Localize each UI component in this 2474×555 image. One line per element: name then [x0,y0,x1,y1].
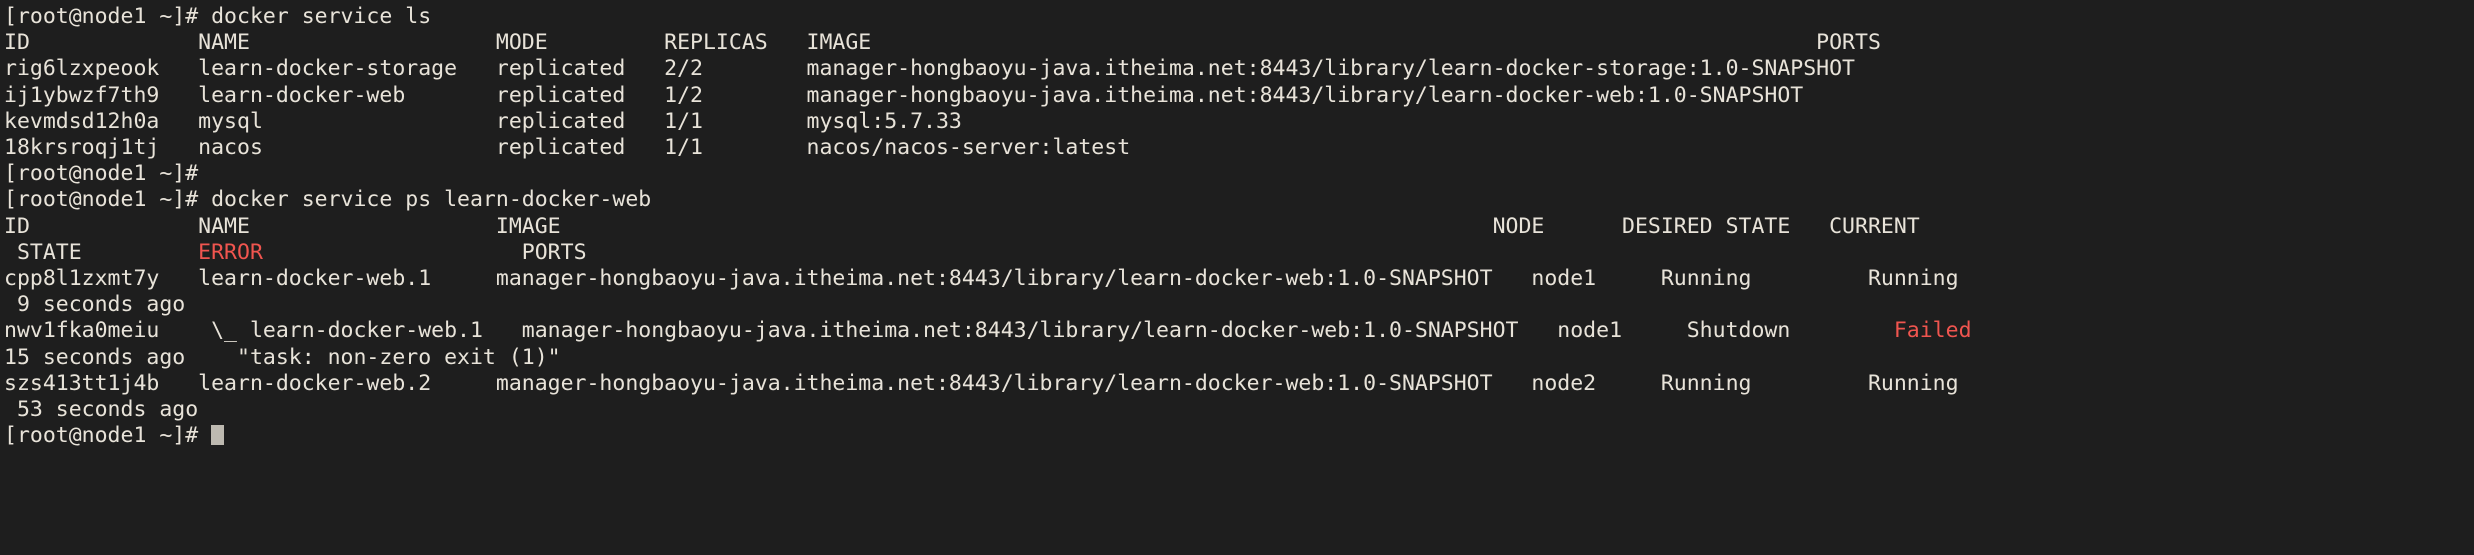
terminal-text: szs413tt1j4b learn-docker-web.2 manager-… [4,371,1959,396]
service-row-nacos: 18krsroqj1tj nacos replicated 1/1 nacos/… [4,135,2474,161]
command-line-service-ps: [root@node1 ~]# docker service ps learn-… [4,187,2474,213]
task-row-web-1-running: cpp8l1zxmt7y learn-docker-web.1 manager-… [4,266,2474,292]
error-text: Failed [1894,318,1972,343]
task-row-web-2-running: szs413tt1j4b learn-docker-web.2 manager-… [4,371,2474,397]
terminal-text: ij1ybwzf7th9 learn-docker-web replicated… [4,83,1803,108]
terminal-text: 9 seconds ago [4,292,185,317]
task-row-web-2-running-time: 53 seconds ago [4,397,2474,423]
terminal-text: ID NAME MODE REPLICAS IMAGE PORTS [4,30,1881,55]
terminal-text: cpp8l1zxmt7y learn-docker-web.1 manager-… [4,266,1959,291]
terminal-text: kevmdsd12h0a mysql replicated 1/1 mysql:… [4,109,962,134]
task-row-web-1-failed-detail: 15 seconds ago "task: non-zero exit (1)" [4,345,2474,371]
terminal-text: 53 seconds ago [4,397,198,422]
terminal-text: [root@node1 ~]# docker service ps learn-… [4,187,651,212]
terminal-text: PORTS [263,240,587,265]
prompt-line-cursor: [root@node1 ~]# [4,423,2474,449]
terminal-text: [root@node1 ~]# docker service ls [4,4,431,29]
terminal-text: [root@node1 ~]# [4,423,211,448]
terminal-text: rig6lzxpeook learn-docker-storage replic… [4,56,1855,81]
terminal-text: [root@node1 ~]# [4,161,198,186]
command-line-service-ls: [root@node1 ~]# docker service ls [4,4,2474,30]
table-header-service-ps-part1: ID NAME IMAGE NODE DESIRED STATE CURRENT [4,214,2474,240]
table-header-service-ls: ID NAME MODE REPLICAS IMAGE PORTS [4,30,2474,56]
service-row-mysql: kevmdsd12h0a mysql replicated 1/1 mysql:… [4,109,2474,135]
terminal-window[interactable]: [root@node1 ~]# docker service lsID NAME… [0,0,2474,555]
terminal-text: nwv1fka0meiu \_ learn-docker-web.1 manag… [4,318,1894,343]
task-row-web-1-running-time: 9 seconds ago [4,292,2474,318]
terminal-text: 15 seconds ago "task: non-zero exit (1)" [4,345,561,370]
table-header-service-ps-part2: STATE ERROR PORTS [4,240,2474,266]
terminal-cursor [211,425,224,445]
terminal-text: 18krsroqj1tj nacos replicated 1/1 nacos/… [4,135,1130,160]
terminal-text: STATE [4,240,198,265]
prompt-line-empty: [root@node1 ~]# [4,161,2474,187]
terminal-text: ID NAME IMAGE NODE DESIRED STATE CURRENT [4,214,1920,239]
task-row-web-1-failed: nwv1fka0meiu \_ learn-docker-web.1 manag… [4,318,2474,344]
service-row-learn-docker-web: ij1ybwzf7th9 learn-docker-web replicated… [4,83,2474,109]
error-text: ERROR [198,240,263,265]
service-row-learn-docker-storage: rig6lzxpeook learn-docker-storage replic… [4,56,2474,82]
